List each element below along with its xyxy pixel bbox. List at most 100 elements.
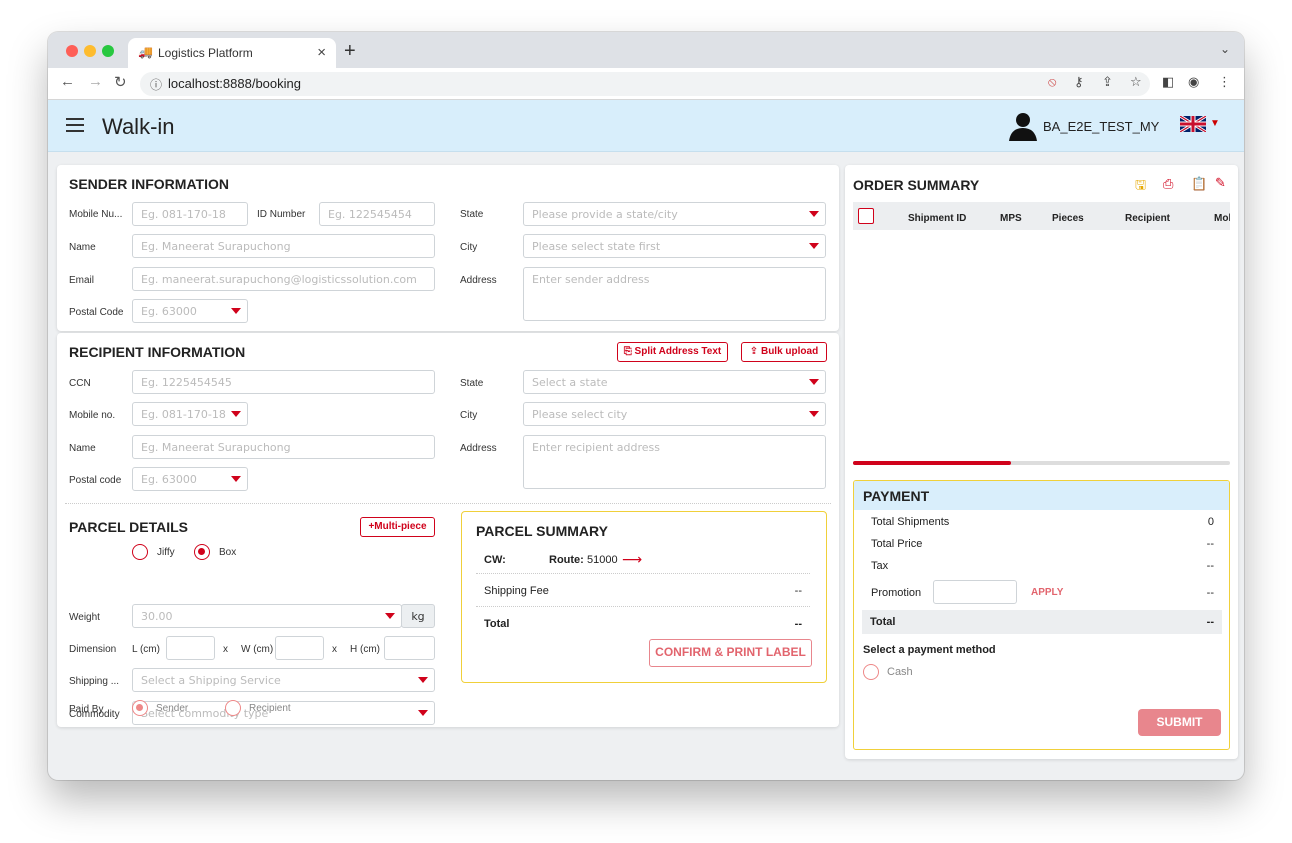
weight-value: 30.00 xyxy=(141,610,173,623)
promotion-value: -- xyxy=(1206,587,1214,599)
horizontal-scrollbar[interactable] xyxy=(853,461,1230,465)
bulk-upload-button[interactable]: ⇪ Bulk upload xyxy=(741,342,827,362)
page-title: Walk-in xyxy=(102,114,175,139)
height-input[interactable] xyxy=(384,636,435,660)
sender-postal-select[interactable]: Eg. 63000 xyxy=(132,299,248,323)
box-radio[interactable] xyxy=(194,544,210,560)
length-input[interactable] xyxy=(166,636,215,660)
order-summary-heading: ORDER SUMMARY xyxy=(853,177,980,193)
browser-menu-icon[interactable]: ⋮ xyxy=(1218,74,1231,90)
split-address-icon: ⎘ xyxy=(623,346,635,357)
save-icon[interactable]: 🖫 xyxy=(1135,176,1146,198)
total-shipments-value: 0 xyxy=(1207,516,1214,528)
edit-pencil-icon[interactable]: ✎ xyxy=(1215,175,1226,191)
scrollbar-thumb[interactable] xyxy=(853,461,1012,465)
side-panel-icon[interactable]: ◧ xyxy=(1162,74,1174,90)
column-header[interactable]: MPS xyxy=(1000,213,1022,224)
sender-postal-label: Postal Code xyxy=(69,307,124,318)
shipping-service-select[interactable]: Select a Shipping Service xyxy=(132,668,435,692)
column-header[interactable]: Recipient xyxy=(1125,213,1170,224)
tax-label: Tax xyxy=(871,560,889,572)
forward-icon[interactable]: → xyxy=(88,73,103,90)
zoom-window-dot[interactable] xyxy=(102,45,114,57)
profile-icon[interactable]: ◉ xyxy=(1188,74,1199,90)
split-address-button[interactable]: ⎘ Split Address Text xyxy=(617,342,728,362)
promotion-input[interactable] xyxy=(933,580,1017,604)
cash-label: Cash xyxy=(887,666,913,678)
tab-close-icon[interactable]: × xyxy=(317,44,326,61)
split-address-label: Split Address Text xyxy=(634,346,722,357)
route-value: 51000 xyxy=(587,554,618,566)
apply-promotion-button[interactable]: APPLY xyxy=(1031,587,1063,598)
route-arrow-icon: ⟶ xyxy=(622,551,643,567)
paid-by-sender-radio[interactable] xyxy=(132,700,148,716)
weight-label: Weight xyxy=(69,612,100,623)
promotion-label: Promotion xyxy=(871,587,922,599)
sender-city-select[interactable]: Please select state first xyxy=(523,234,826,258)
paid-by-label: Paid By xyxy=(69,704,104,715)
sender-email-input[interactable]: Eg. maneerat.surapuchong@logisticssoluti… xyxy=(132,267,435,291)
clipboard-icon[interactable]: 📋 xyxy=(1191,176,1207,192)
total-price-label: Total Price xyxy=(871,538,923,550)
key-icon[interactable]: ⚷ xyxy=(1074,74,1084,90)
hamburger-menu-icon[interactable] xyxy=(66,118,84,132)
blocked-icon[interactable]: ⦸ xyxy=(1048,74,1056,90)
recipient-state-select[interactable]: Select a state xyxy=(523,370,826,394)
bookmark-star-icon[interactable]: ☆ xyxy=(1130,74,1142,90)
column-header[interactable]: Mol xyxy=(1214,213,1230,224)
shipping-fee-label: Shipping Fee xyxy=(484,585,549,597)
parcel-heading: PARCEL DETAILS xyxy=(69,519,189,535)
url-text: localhost:8888/booking xyxy=(168,76,301,91)
reload-icon[interactable]: ↻ xyxy=(114,73,127,91)
close-window-dot[interactable] xyxy=(66,45,78,57)
jiffy-radio[interactable] xyxy=(132,544,148,560)
recipient-ccn-input[interactable]: Eg. 1225454545 xyxy=(132,370,435,394)
browser-tab[interactable]: 🚚 Logistics Platform × xyxy=(128,38,336,68)
recipient-city-placeholder: Please select city xyxy=(532,408,628,421)
multi-piece-button[interactable]: +Multi-piece xyxy=(360,517,435,537)
column-header[interactable]: Shipment ID xyxy=(908,213,966,224)
address-bar: ← → ↻ ⓘ localhost:8888/booking ⦸ ⚷ ⇪ ☆ ◧… xyxy=(48,68,1244,100)
recipient-ccn-label: CCN xyxy=(69,378,91,389)
uk-flag-icon[interactable] xyxy=(1180,116,1206,132)
confirm-print-label-button[interactable]: CONFIRM & PRINT LABEL xyxy=(649,639,812,667)
sender-mobile-input[interactable]: Eg. 081-170-18 xyxy=(132,202,248,226)
sender-state-select[interactable]: Please provide a state/city xyxy=(523,202,826,226)
tab-list-chevron-icon[interactable]: ⌄ xyxy=(1220,42,1230,56)
dropdown-caret-icon xyxy=(385,613,395,619)
minimize-window-dot[interactable] xyxy=(84,45,96,57)
column-header[interactable]: Pieces xyxy=(1052,213,1084,224)
sender-address-textarea[interactable]: Enter sender address xyxy=(523,267,826,321)
dropdown-caret-icon xyxy=(809,243,819,249)
recipient-mobile-label: Mobile no. xyxy=(69,410,116,421)
sender-state-placeholder: Please provide a state/city xyxy=(532,208,678,221)
back-icon[interactable]: ← xyxy=(60,73,75,90)
recipient-city-select[interactable]: Please select city xyxy=(523,402,826,426)
recipient-name-input[interactable]: Eg. Maneerat Surapuchong xyxy=(132,435,435,459)
paid-by-recipient-label: Recipient xyxy=(249,703,291,714)
tab-title: Logistics Platform xyxy=(158,46,253,60)
recipient-postal-select[interactable]: Eg. 63000 xyxy=(132,467,248,491)
url-field[interactable]: ⓘ localhost:8888/booking xyxy=(140,72,1150,96)
submit-button[interactable]: SUBMIT xyxy=(1138,709,1221,736)
recipient-mobile-select[interactable]: Eg. 081-170-18 xyxy=(132,402,248,426)
dropdown-caret-icon xyxy=(809,379,819,385)
weight-select[interactable]: 30.00 xyxy=(132,604,402,628)
dropdown-caret-icon xyxy=(231,476,241,482)
sender-id-input[interactable]: Eg. 122545454 xyxy=(319,202,435,226)
width-input[interactable] xyxy=(275,636,324,660)
print-icon[interactable]: ⎙ xyxy=(1163,176,1173,192)
recipient-heading: RECIPIENT INFORMATION xyxy=(69,344,246,360)
cash-radio[interactable] xyxy=(863,664,879,680)
paid-by-recipient-radio[interactable] xyxy=(225,700,241,716)
recipient-address-textarea[interactable]: Enter recipient address xyxy=(523,435,826,489)
jiffy-label: Jiffy xyxy=(157,547,175,558)
sender-state-label: State xyxy=(460,209,484,220)
select-all-checkbox[interactable] xyxy=(858,208,874,224)
payment-heading: PAYMENT xyxy=(863,488,930,504)
new-tab-button[interactable]: + xyxy=(344,40,356,63)
sender-name-input[interactable]: Eg. Maneerat Surapuchong xyxy=(132,234,435,258)
language-dropdown-caret-icon[interactable]: ▼ xyxy=(1210,118,1220,129)
tab-strip: 🚚 Logistics Platform × + ⌄ xyxy=(48,32,1244,68)
share-icon[interactable]: ⇪ xyxy=(1102,74,1113,90)
